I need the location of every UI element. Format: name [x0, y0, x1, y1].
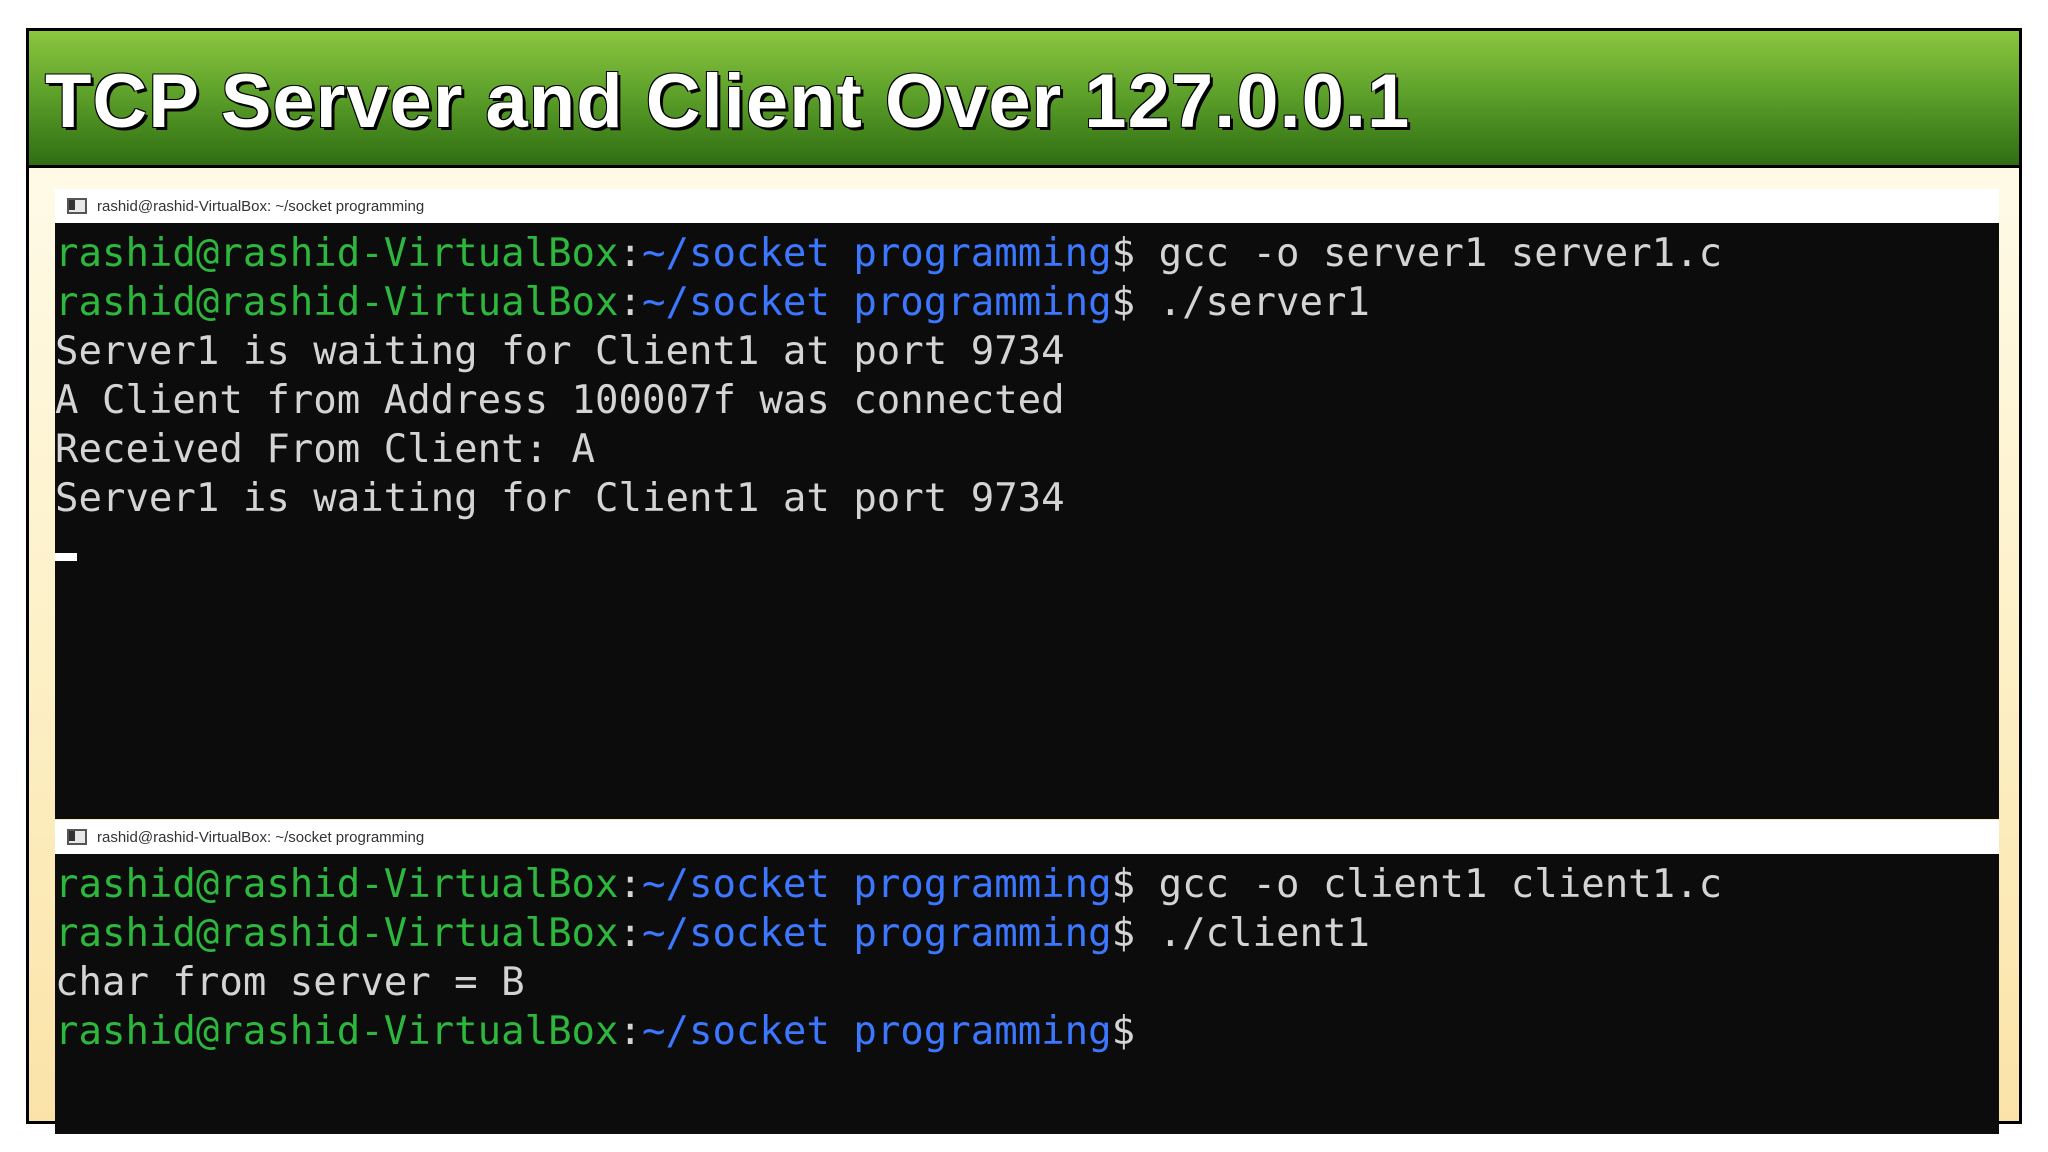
terminal-output-line: Server1 is waiting for Client1 at port 9… — [55, 329, 1065, 374]
slide-frame: TCP Server and Client Over 127.0.0.1 ras… — [26, 28, 2022, 1134]
client-terminal-body[interactable]: rashid@rashid-VirtualBox:~/socket progra… — [55, 854, 1999, 1134]
prompt-dollar: $ — [1111, 862, 1136, 907]
prompt-dollar: $ — [1111, 231, 1136, 276]
prompt-path: ~/socket programming — [642, 862, 1112, 907]
command-text: ./client1 — [1135, 911, 1370, 956]
command-text: gcc -o client1 client1.c — [1135, 862, 1723, 907]
terminal-line: rashid@rashid-VirtualBox:~/socket progra… — [55, 229, 1999, 278]
prompt-path: ~/socket programming — [642, 911, 1112, 956]
terminal-line: rashid@rashid-VirtualBox:~/socket progra… — [55, 1007, 1999, 1056]
server-terminal-window[interactable]: rashid@rashid-VirtualBox: ~/socket progr… — [55, 189, 1999, 819]
prompt-user-host: rashid@rashid-VirtualBox — [55, 1009, 619, 1054]
terminal-cursor — [55, 553, 77, 561]
server-terminal-body[interactable]: rashid@rashid-VirtualBox:~/socket progra… — [55, 223, 1999, 819]
client-terminal-titlebar[interactable]: rashid@rashid-VirtualBox: ~/socket progr… — [55, 820, 1999, 854]
prompt-user-host: rashid@rashid-VirtualBox — [55, 231, 619, 276]
prompt-colon: : — [618, 911, 643, 956]
terminal-line: rashid@rashid-VirtualBox:~/socket progra… — [55, 909, 1999, 958]
client-terminal-window[interactable]: rashid@rashid-VirtualBox: ~/socket progr… — [55, 820, 1999, 1134]
prompt-user-host: rashid@rashid-VirtualBox — [55, 862, 619, 907]
terminal-window-icon — [67, 829, 87, 845]
command-text: gcc -o server1 server1.c — [1135, 231, 1723, 276]
prompt-colon: : — [618, 231, 643, 276]
slide-title: TCP Server and Client Over 127.0.0.1 — [45, 59, 1411, 144]
command-text: ./server1 — [1135, 280, 1370, 325]
server-terminal-titlebar[interactable]: rashid@rashid-VirtualBox: ~/socket progr… — [55, 189, 1999, 223]
slide-title-bar: TCP Server and Client Over 127.0.0.1 — [29, 31, 2019, 168]
prompt-path: ~/socket programming — [642, 231, 1112, 276]
prompt-colon: : — [618, 862, 643, 907]
client-terminal-title: rashid@rashid-VirtualBox: ~/socket progr… — [97, 828, 425, 846]
prompt-colon: : — [618, 280, 643, 325]
prompt-user-host: rashid@rashid-VirtualBox — [55, 280, 619, 325]
prompt-dollar: $ — [1111, 1009, 1136, 1054]
prompt-user-host: rashid@rashid-VirtualBox — [55, 911, 619, 956]
terminal-window-icon — [67, 198, 87, 214]
terminal-output-line: Received From Client: A — [55, 427, 596, 472]
terminal-output-line: A Client from Address 100007f was connec… — [55, 378, 1065, 423]
terminal-line: rashid@rashid-VirtualBox:~/socket progra… — [55, 278, 1999, 327]
terminal-line: rashid@rashid-VirtualBox:~/socket progra… — [55, 860, 1999, 909]
prompt-path: ~/socket programming — [642, 1009, 1112, 1054]
terminal-output-line: char from server = B — [55, 960, 525, 1005]
terminal-output-line: Server1 is waiting for Client1 at port 9… — [55, 476, 1065, 521]
prompt-dollar: $ — [1111, 280, 1136, 325]
server-terminal-title: rashid@rashid-VirtualBox: ~/socket progr… — [97, 197, 425, 215]
prompt-path: ~/socket programming — [642, 280, 1112, 325]
prompt-dollar: $ — [1111, 911, 1136, 956]
prompt-colon: : — [618, 1009, 643, 1054]
